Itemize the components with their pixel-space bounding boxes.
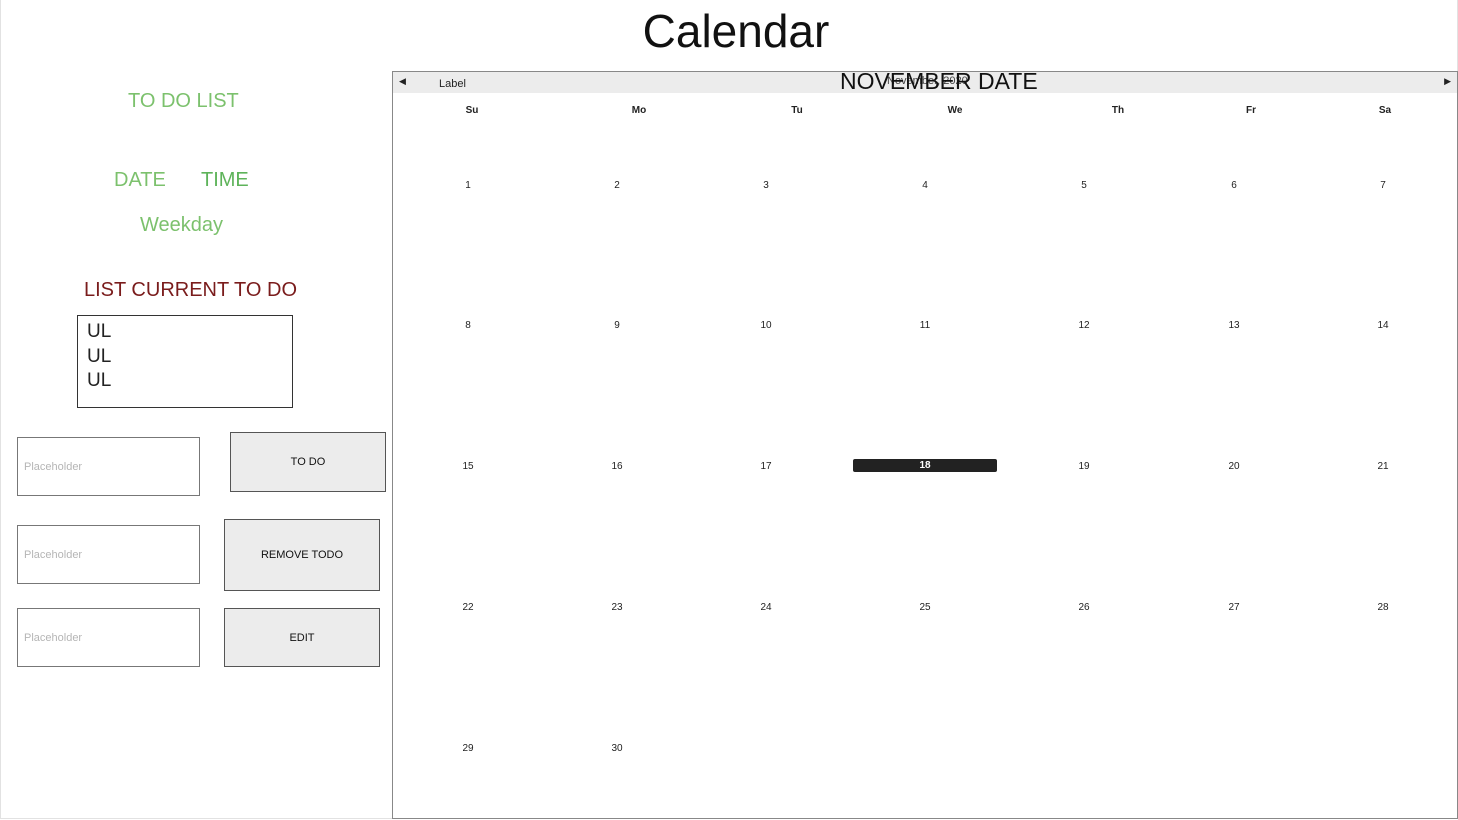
calendar-day-5[interactable]: 5 — [1081, 180, 1087, 191]
weekday-header-mo: Mo — [631, 105, 647, 116]
calendar-label: Label — [439, 78, 466, 90]
remove-todo-button[interactable]: REMOVE TODO — [224, 519, 380, 591]
next-month-arrow-icon[interactable]: ▶ — [1444, 76, 1451, 87]
calendar-overlay-title: NOVEMBER DATE — [840, 68, 1038, 94]
calendar-day-3[interactable]: 3 — [763, 180, 769, 191]
calendar-day-20[interactable]: 20 — [1228, 461, 1239, 472]
calendar-widget: ◀ Label November, 2020 ▶ NOVEMBER DATE S… — [392, 68, 1458, 819]
calendar-day-17[interactable]: 17 — [760, 461, 771, 472]
list-item: UL — [87, 345, 112, 367]
calendar-day-16[interactable]: 16 — [611, 461, 622, 472]
weekday-header-th: Th — [1111, 105, 1125, 116]
calendar-day-28[interactable]: 28 — [1377, 602, 1388, 613]
todo-list-title: TO DO LIST — [128, 90, 239, 112]
calendar-day-7[interactable]: 7 — [1380, 180, 1386, 191]
calendar-day-25[interactable]: 25 — [919, 602, 930, 613]
weekday-header-we: We — [947, 105, 963, 116]
list-item: UL — [87, 321, 112, 342]
time-label: TIME — [201, 169, 249, 191]
current-todo-title: LIST CURRENT TO DO — [84, 279, 298, 301]
current-todo-list: UL UL UL — [77, 315, 293, 408]
calendar-day-8[interactable]: 8 — [465, 320, 471, 331]
calendar-day-4[interactable]: 4 — [922, 180, 928, 191]
calendar-day-13[interactable]: 13 — [1228, 320, 1239, 331]
calendar-day-23[interactable]: 23 — [611, 602, 622, 613]
weekday-header-tu: Tu — [791, 105, 803, 116]
weekday-header-sa: Sa — [1378, 105, 1392, 116]
calendar-day-29[interactable]: 29 — [462, 743, 473, 754]
calendar-day-27[interactable]: 27 — [1228, 602, 1239, 613]
calendar-day-2[interactable]: 2 — [614, 180, 620, 191]
list-item: UL — [87, 370, 112, 391]
calendar-day-6[interactable]: 6 — [1231, 180, 1237, 191]
calendar-day-22[interactable]: 22 — [462, 602, 473, 613]
calendar-day-9[interactable]: 9 — [614, 320, 620, 331]
date-label: DATE — [114, 169, 166, 191]
remove-todo-input[interactable] — [17, 525, 200, 584]
calendar-day-11[interactable]: 11 — [920, 320, 930, 331]
calendar-day-26[interactable]: 26 — [1078, 602, 1089, 613]
page-title: Calendar — [642, 5, 830, 57]
calendar-day-19[interactable]: 19 — [1078, 461, 1089, 472]
calendar-day-14[interactable]: 14 — [1377, 320, 1388, 331]
todo-button[interactable]: TO DO — [230, 432, 386, 492]
calendar-day-12[interactable]: 12 — [1078, 320, 1089, 331]
edit-button[interactable]: EDIT — [224, 608, 380, 667]
weekday-label: Weekday — [140, 214, 224, 236]
calendar-day-21[interactable]: 21 — [1377, 461, 1388, 472]
edit-todo-input[interactable] — [17, 608, 200, 667]
weekday-header-fr: Fr — [1246, 105, 1256, 116]
prev-month-arrow-icon[interactable]: ◀ — [399, 76, 406, 87]
calendar-day-15[interactable]: 15 — [462, 461, 473, 472]
calendar-day-30[interactable]: 30 — [611, 743, 622, 754]
calendar-day-1[interactable]: 1 — [465, 180, 471, 191]
weekday-header-su: Su — [465, 105, 479, 116]
calendar-day-24[interactable]: 24 — [760, 602, 771, 613]
calendar-day-10[interactable]: 10 — [760, 320, 771, 331]
todo-input[interactable] — [17, 437, 200, 496]
calendar-day-18[interactable]: 18 — [853, 459, 997, 472]
